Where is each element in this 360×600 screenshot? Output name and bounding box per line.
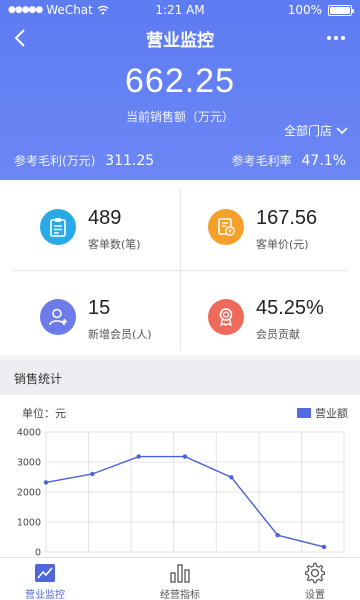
kpi-order-count[interactable]: 489 客单数(笔) bbox=[40, 195, 200, 255]
y-tick-label: 2000 bbox=[17, 488, 41, 499]
y-tick-label: 4000 bbox=[17, 428, 41, 439]
data-point bbox=[275, 533, 280, 538]
data-point bbox=[321, 544, 327, 550]
tab-label: 营业监控 bbox=[25, 590, 65, 600]
data-point bbox=[43, 480, 49, 485]
y-tick-label: 0 bbox=[35, 548, 41, 558]
tab-business-indicators[interactable]: 经营指标 bbox=[140, 562, 220, 600]
header: ●●●●● WeChat 1:21 AM 100% 营业监控 662.25 当前… bbox=[0, 0, 360, 180]
more-dot-icon bbox=[334, 36, 338, 40]
line-chart: 4000 3000 2000 1000 0 bbox=[17, 428, 345, 558]
battery-percent: 100% bbox=[287, 3, 322, 17]
data-point bbox=[136, 454, 141, 459]
kpi-new-members[interactable]: 15 新增会员(人) bbox=[40, 285, 200, 345]
divider bbox=[12, 270, 348, 271]
kpi-label: 会员贡献 bbox=[256, 328, 300, 341]
tab-business-monitor[interactable]: 营业监控 bbox=[5, 562, 85, 600]
y-tick-label: 3000 bbox=[17, 458, 41, 469]
kpi-avg-price[interactable]: ¥ 167.56 客单价(元) bbox=[208, 195, 360, 255]
more-dot-icon bbox=[341, 36, 345, 40]
store-filter-dropdown[interactable]: 全部门店 bbox=[284, 122, 348, 139]
kpi-member-contribution[interactable]: 45.25% 会员贡献 bbox=[208, 285, 360, 345]
status-bar: ●●●●● WeChat 1:21 AM 100% bbox=[0, 0, 360, 20]
invoice-icon: ¥ bbox=[208, 209, 244, 245]
kpi-value: 167.56 bbox=[256, 207, 318, 229]
kpi-value: 489 bbox=[88, 207, 122, 229]
bar-chart-icon bbox=[170, 564, 190, 583]
kpi-label: 客单数(笔) bbox=[88, 238, 141, 251]
kpi-label: 新增会员(人) bbox=[88, 328, 152, 341]
reference-profit-label: 参考毛利(万元) bbox=[14, 154, 96, 168]
line-chart-icon bbox=[35, 564, 55, 582]
kpi-label: 客单价(元) bbox=[256, 238, 309, 251]
tab-label: 设置 bbox=[305, 590, 325, 600]
data-point bbox=[90, 471, 95, 477]
section-title: 销售统计 bbox=[0, 360, 360, 395]
page-title: 营业监控 bbox=[146, 31, 214, 51]
kpi-value: 15 bbox=[88, 297, 111, 319]
sales-chart: 单位：元 营业额 4000 3000 2000 1000 0 bbox=[0, 395, 360, 557]
tab-label: 经营指标 bbox=[160, 590, 200, 600]
sales-amount: 662.25 bbox=[125, 62, 235, 100]
gear-icon bbox=[304, 562, 326, 584]
y-tick-label: 1000 bbox=[17, 518, 41, 529]
data-point bbox=[229, 475, 234, 480]
more-dot-icon bbox=[327, 36, 331, 40]
award-icon bbox=[208, 299, 244, 335]
reference-profit-value: 311.25 bbox=[105, 153, 155, 169]
data-point bbox=[182, 454, 188, 459]
reference-margin-label: 参考毛利率 bbox=[231, 154, 292, 168]
more-button[interactable] bbox=[324, 26, 348, 50]
tab-bar: 营业监控 经营指标 设置 bbox=[0, 557, 360, 600]
chevron-down-icon bbox=[336, 126, 348, 134]
tab-settings[interactable]: 设置 bbox=[275, 562, 355, 600]
reference-row: 参考毛利(万元) 311.25 参考毛利率 47.1% bbox=[14, 152, 346, 169]
add-user-icon bbox=[40, 299, 76, 335]
kpi-value: 45.25% bbox=[256, 297, 324, 319]
store-filter-label: 全部门店 bbox=[283, 124, 332, 138]
svg-text:¥: ¥ bbox=[228, 228, 232, 235]
reference-margin-value: 47.1% bbox=[301, 153, 346, 169]
clipboard-icon bbox=[40, 209, 76, 245]
battery-icon bbox=[328, 4, 354, 16]
series-line bbox=[45, 455, 325, 548]
nav-bar: 营业监控 bbox=[0, 22, 360, 54]
kpi-panel: 489 客单数(笔) ¥ 167.56 客单价(元) 15 新增会员(人) 45… bbox=[0, 180, 360, 355]
